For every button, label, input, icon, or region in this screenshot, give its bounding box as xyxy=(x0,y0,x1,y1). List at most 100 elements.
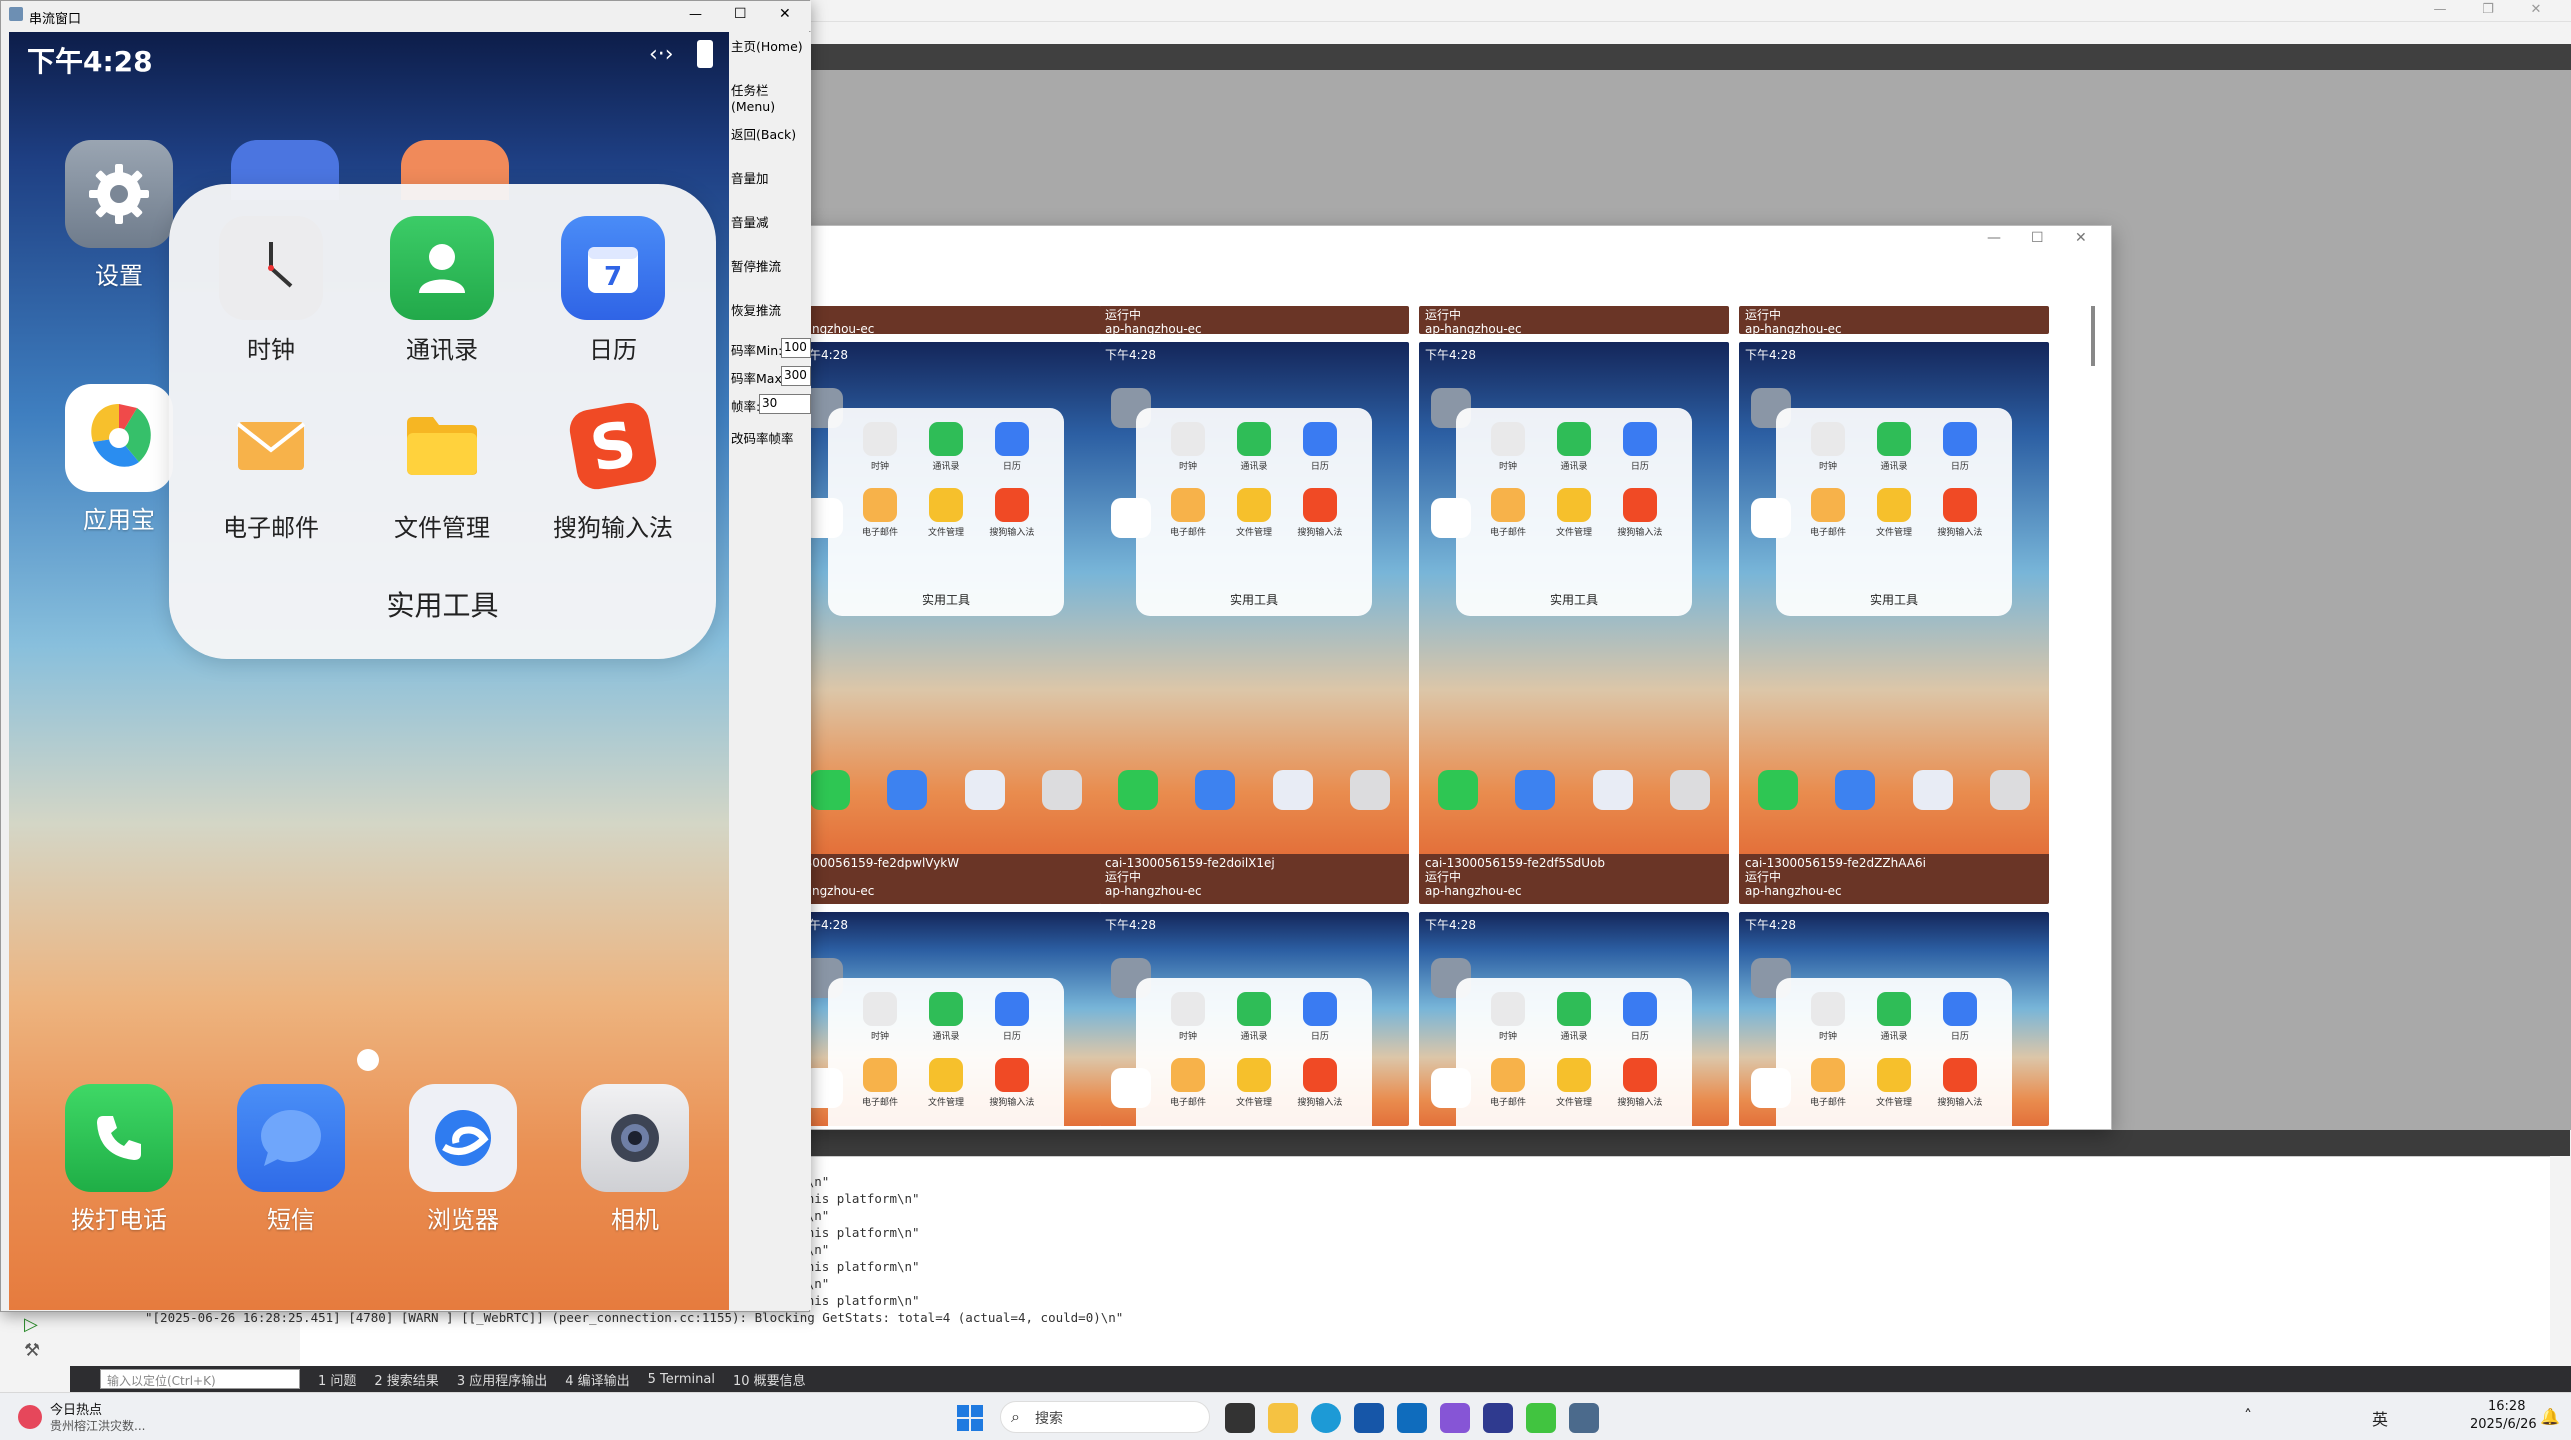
tile-app-icon xyxy=(1556,488,1591,522)
instance-tile[interactable]: 运行中 ap-hangzhou-ec xyxy=(1099,306,1409,334)
powershell-icon[interactable] xyxy=(1483,1403,1513,1433)
app-label: 短信 xyxy=(267,1206,315,1234)
dock-browser[interactable]: 浏览器 xyxy=(393,1084,533,1235)
folder-app-clock[interactable]: 时钟 xyxy=(191,216,351,365)
tile-app-label: 通讯录 xyxy=(1240,1032,1268,1042)
page-indicator xyxy=(357,1049,379,1071)
store-icon[interactable] xyxy=(1354,1403,1384,1433)
instance-tile[interactable]: 中hangzhou-ec xyxy=(791,306,1101,334)
tab-app-output[interactable]: 3 应用程序输出 xyxy=(457,1370,547,1389)
build-icon[interactable]: ⚒ xyxy=(24,1340,40,1361)
tile-dock-icon xyxy=(1042,770,1083,810)
stream-minimize-button[interactable]: — xyxy=(689,7,702,22)
explorer-icon[interactable] xyxy=(1268,1403,1298,1433)
folder-app-contacts[interactable]: 通讯录 xyxy=(362,216,522,365)
tile-app-icon xyxy=(928,422,963,456)
instance-tile[interactable]: 下午4:28 时钟 通讯录 日历 电子邮件 文件管理 搜狗输入法 实用工具 cai-130005… xyxy=(1099,342,1409,904)
back-button[interactable]: 返回(Back) xyxy=(729,120,809,156)
dock-messages[interactable]: 短信 xyxy=(221,1084,361,1235)
bell-icon[interactable]: 🔔 xyxy=(2540,1407,2560,1426)
status-time: 下午4:28 xyxy=(27,45,153,78)
bitrate-min-input[interactable]: 100 xyxy=(781,338,811,358)
tab-issues[interactable]: 1 问题 xyxy=(318,1370,356,1389)
visual-studio-icon[interactable] xyxy=(1440,1403,1470,1433)
news-title[interactable]: 今日热点 xyxy=(50,1399,102,1418)
start-icon[interactable] xyxy=(955,1403,985,1433)
locator-input[interactable]: 输入以定位(Ctrl+K) xyxy=(100,1369,300,1389)
camera-icon xyxy=(581,1084,689,1192)
app-yingyongbao[interactable]: 应用宝 xyxy=(49,384,189,535)
grid-scrollbar[interactable] xyxy=(2091,306,2095,366)
stream-app-icon[interactable] xyxy=(1569,1403,1599,1433)
instance-tile[interactable]: 运行中 ap-hangzhou-ec xyxy=(1419,306,1729,334)
folder-app-calendar[interactable]: 7 日历 xyxy=(533,216,693,365)
phone-screen[interactable]: 下午4:28 ‹·› 设置 应用宝 时钟 通讯录 7 日历 电子邮件 文件管理 … xyxy=(9,32,729,1310)
dock-camera[interactable]: 相机 xyxy=(565,1084,705,1235)
volume-up-button[interactable]: 音量加 xyxy=(729,164,809,200)
instance-tile[interactable]: 下午4:28时钟通讯录日历电子邮件文件管理搜狗输入法实用工具 xyxy=(1419,912,1729,1126)
tile-folder-app: 通讯录 xyxy=(1221,422,1287,472)
folder-app-mail[interactable]: 电子邮件 xyxy=(191,394,351,543)
stream-close-button[interactable]: ✕ xyxy=(779,6,791,22)
volume-down-button[interactable]: 音量减 xyxy=(729,208,809,244)
stream-maximize-button[interactable]: ☐ xyxy=(734,6,747,22)
instance-tile[interactable]: 运行中 ap-hangzhou-ec xyxy=(1739,306,2049,334)
instance-tile[interactable]: 下午4:28时钟通讯录日历电子邮件文件管理搜狗输入法实用工具 xyxy=(1739,912,2049,1126)
folder-popup: 时钟 通讯录 7 日历 电子邮件 文件管理 S 搜狗输入法 实用工具 xyxy=(169,184,716,659)
task-view-icon[interactable] xyxy=(1225,1403,1255,1433)
ide-restore-button[interactable]: ❐ xyxy=(2473,0,2503,20)
tile-phone-screen: 下午4:28 时钟 通讯录 日历电子邮件 文件管理 搜狗输入法实用工具 xyxy=(1099,342,1409,854)
instance-tile[interactable]: 下午4:28 时钟 通讯录 日历 电子邮件 文件管理 搜狗输入法 实用工具 1300056159… xyxy=(791,342,1101,904)
edge-icon[interactable] xyxy=(1311,1403,1341,1433)
grid-minimize-button[interactable]: — xyxy=(1987,230,2001,246)
message-icon xyxy=(237,1084,345,1192)
ide-close-button[interactable]: ✕ xyxy=(2521,0,2551,20)
tile-folder-app: 日历 xyxy=(979,422,1045,472)
tile-folder-app: 日历 xyxy=(1607,992,1673,1042)
news-widget-icon[interactable] xyxy=(18,1405,42,1429)
tile-folder-app: 日历 xyxy=(1287,992,1353,1042)
chevron-up-icon[interactable]: ˄ xyxy=(2244,1406,2252,1425)
tile-app-label: 日历 xyxy=(1002,462,1021,472)
fps-input[interactable]: 30 xyxy=(759,394,811,414)
instance-tile[interactable]: 下午4:28时钟通讯录日历电子邮件文件管理搜狗输入法实用工具 xyxy=(791,912,1101,1126)
ide-minimize-button[interactable]: — xyxy=(2425,0,2455,20)
tile-status: 运行中 xyxy=(1105,870,1142,884)
outlook-icon[interactable] xyxy=(1397,1403,1427,1433)
clock-time[interactable]: 16:28 xyxy=(2488,1399,2525,1414)
clock-date[interactable]: 2025/6/26 xyxy=(2470,1417,2537,1432)
tile-app-icon xyxy=(1236,422,1271,456)
tab-compile-output[interactable]: 4 编译输出 xyxy=(565,1370,629,1389)
dock-phone[interactable]: 拨打电话 xyxy=(49,1084,189,1235)
ime-indicator[interactable]: 英 xyxy=(2372,1406,2388,1430)
tile-folder-app: 电子邮件 xyxy=(1475,488,1541,538)
tile-app-icon xyxy=(1876,1058,1911,1092)
home-button[interactable]: 主页(Home) xyxy=(729,32,809,68)
folder-app-files[interactable]: 文件管理 xyxy=(362,394,522,543)
instance-tile[interactable]: 下午4:28 时钟 通讯录 日历 电子邮件 文件管理 搜狗输入法 实用工具 cai-130005… xyxy=(1739,342,2049,904)
tab-search-results[interactable]: 2 搜索结果 xyxy=(374,1370,438,1389)
grid-close-button[interactable]: ✕ xyxy=(2075,230,2087,246)
folder-app-sogou[interactable]: S 搜狗输入法 xyxy=(533,394,693,543)
pause-stream-button[interactable]: 暂停推流 xyxy=(729,252,809,288)
apply-bitrate-button[interactable]: 改码率帧率 xyxy=(729,424,809,460)
tile-app-label: 时钟 xyxy=(1499,1032,1518,1042)
instance-tile[interactable]: 下午4:28 时钟 通讯录 日历 电子邮件 文件管理 搜狗输入法 实用工具 cai-130005… xyxy=(1419,342,1729,904)
tile-folder-app: 通讯录 xyxy=(913,422,979,472)
app-settings[interactable]: 设置 xyxy=(49,140,189,291)
tile-caption: cai-1300056159-fe2dZZhAA6i 运行中 ap-hangzhou… xyxy=(1739,854,2049,904)
taskbar-search[interactable]: ⌕ 搜索 xyxy=(1000,1401,1210,1433)
folder-title[interactable]: 实用工具 xyxy=(169,584,716,624)
tab-terminal[interactable]: 5 Terminal xyxy=(648,1372,715,1387)
bitrate-max-input[interactable]: 300 xyxy=(781,366,811,386)
grid-maximize-button[interactable]: ☐ xyxy=(2031,230,2044,246)
tile-folder-app: 日历 xyxy=(1287,422,1353,472)
resume-stream-button[interactable]: 恢复推流 xyxy=(729,296,809,332)
qt-creator-icon[interactable] xyxy=(1526,1403,1556,1433)
tile-app-label: 文件管理 xyxy=(927,528,964,538)
tab-summary[interactable]: 10 概要信息 xyxy=(733,1370,806,1389)
menu-button[interactable]: 任务栏(Menu) xyxy=(729,76,809,114)
instance-tile[interactable]: 下午4:28时钟通讯录日历电子邮件文件管理搜狗输入法实用工具 xyxy=(1099,912,1409,1126)
run-icon[interactable]: ▷ xyxy=(24,1314,38,1335)
tile-app-icon xyxy=(1556,422,1591,456)
